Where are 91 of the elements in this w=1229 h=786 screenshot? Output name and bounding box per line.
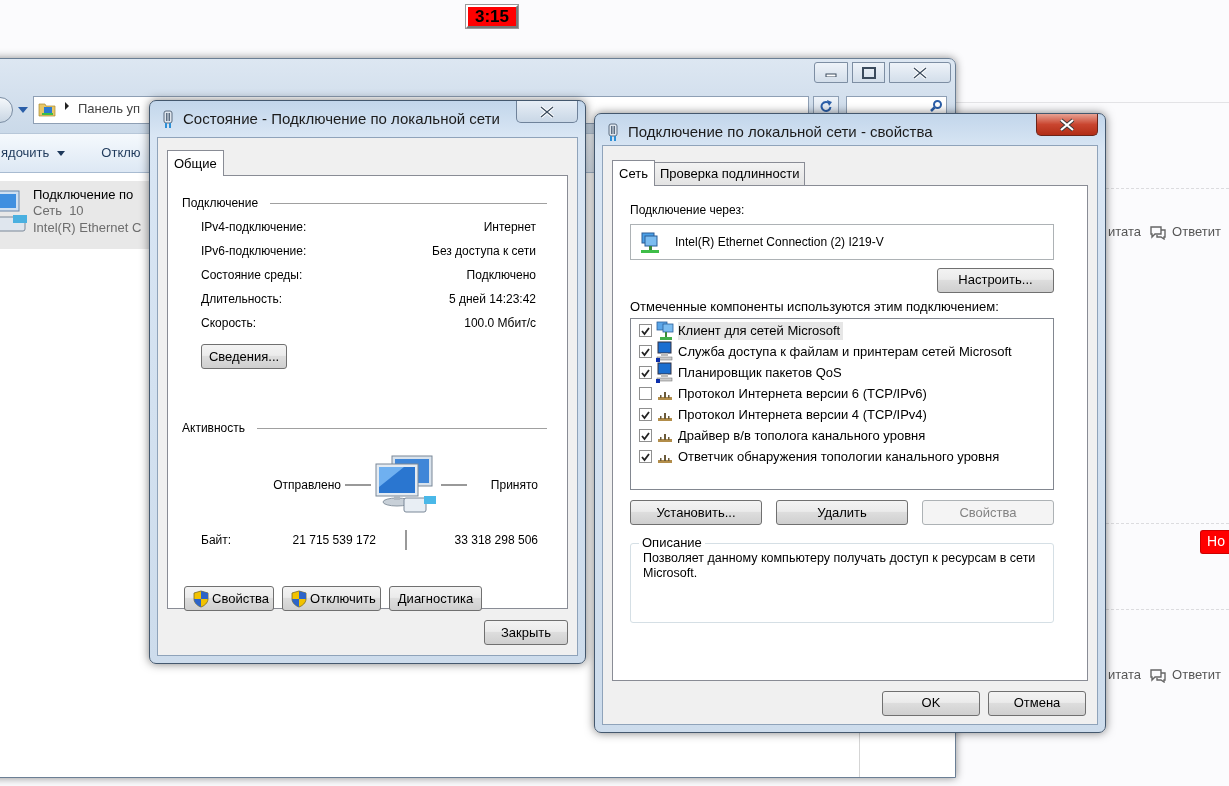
tab[interactable]: Проверка подлинности bbox=[653, 161, 806, 185]
network-plug-icon bbox=[606, 123, 620, 141]
shield-icon bbox=[193, 589, 209, 608]
tab[interactable]: Сеть bbox=[612, 159, 655, 186]
breadcrumb-arrow-icon bbox=[64, 101, 70, 111]
action-button[interactable]: Диагностика bbox=[388, 586, 483, 612]
checkbox[interactable] bbox=[639, 429, 652, 443]
speech-bubbles-icon bbox=[1149, 224, 1168, 240]
check-icon bbox=[640, 451, 651, 462]
received-label: Принято bbox=[490, 477, 538, 493]
description-text: Позволяет данному компьютеру получать доступ к ресурсам в сети Microsoft. bbox=[643, 550, 1037, 583]
section-heading: Подключение bbox=[182, 196, 259, 212]
close-dialog-button[interactable]: Закрыть bbox=[484, 620, 568, 646]
timer-display: 3:15 bbox=[466, 5, 518, 28]
component-action-button[interactable]: Установить... bbox=[630, 500, 762, 526]
field-value: 100.0 Мбит/с bbox=[464, 315, 536, 331]
component-item[interactable]: Служба доступа к файлам и принтерам сетей Microsoft bbox=[678, 342, 1015, 361]
component-item[interactable]: Клиент для сетей Microsoft bbox=[678, 321, 844, 340]
description-legend: Описание bbox=[639, 535, 705, 551]
close-button[interactable] bbox=[1036, 114, 1098, 136]
dialog-button[interactable]: Отмена bbox=[988, 691, 1086, 716]
checkbox[interactable] bbox=[639, 366, 652, 380]
component-item[interactable]: Планировщик пакетов QoS bbox=[678, 363, 845, 382]
maximize-icon bbox=[861, 66, 876, 79]
dialog-title: Подключение по локальной сети - свойства bbox=[628, 123, 933, 142]
field-label: Скорость: bbox=[201, 315, 257, 331]
toolbar-button[interactable]: Отклю bbox=[101, 144, 141, 162]
connection-name: Подключение по bbox=[33, 187, 135, 204]
maximize-button[interactable] bbox=[852, 62, 885, 83]
checkbox[interactable] bbox=[639, 324, 652, 338]
close-icon bbox=[537, 104, 557, 119]
network-adapter-icon bbox=[639, 231, 659, 253]
received-bytes: 33 318 298 506 bbox=[454, 532, 538, 548]
component-item[interactable]: Протокол Интернета версии 4 (TCP/IPv4) bbox=[678, 405, 930, 424]
checkbox[interactable] bbox=[639, 408, 652, 422]
field-value: Без доступа к сети bbox=[432, 243, 536, 259]
check-icon bbox=[640, 346, 651, 357]
check-icon bbox=[640, 430, 651, 441]
field-label: Длительность: bbox=[201, 291, 283, 307]
network-plug-icon bbox=[161, 110, 175, 128]
close-icon bbox=[1057, 117, 1077, 132]
details-button[interactable]: Сведения... bbox=[201, 344, 287, 370]
field-value: Интернет bbox=[483, 219, 536, 235]
dialog-title: Состояние - Подключение по локальной сети bbox=[183, 110, 500, 129]
sent-bytes: 21 715 539 172 bbox=[292, 532, 376, 548]
field-label: IPv4-подключение: bbox=[201, 219, 307, 235]
section-heading: Активность bbox=[182, 421, 245, 437]
close-icon bbox=[910, 65, 930, 80]
reply-link[interactable]: Ответит bbox=[1172, 223, 1221, 241]
component-item[interactable]: Ответчик обнаружения топологии канального уровня bbox=[678, 447, 1003, 466]
quote-link[interactable]: итата bbox=[1108, 667, 1142, 684]
sent-label: Отправлено bbox=[273, 477, 341, 493]
new-badge: Но bbox=[1200, 530, 1229, 554]
components-label: Отмеченные компоненты используются этим подключением: bbox=[630, 299, 1000, 316]
refresh-icon bbox=[820, 100, 832, 112]
dropdown-arrow-icon[interactable] bbox=[17, 106, 29, 114]
speech-bubbles-icon bbox=[1149, 668, 1168, 683]
action-button[interactable]: Свойства bbox=[184, 586, 275, 612]
checkbox[interactable] bbox=[639, 387, 652, 401]
adapter-name: Intel(R) Ethernet C bbox=[33, 219, 142, 236]
field-label: Состояние среды: bbox=[201, 267, 303, 283]
computer-icon bbox=[656, 341, 674, 363]
field-value: 5 дней 14:23:42 bbox=[448, 291, 536, 307]
dialog-button[interactable]: OK bbox=[882, 691, 980, 716]
caret-icon bbox=[57, 150, 66, 156]
network-folder-icon bbox=[38, 101, 56, 117]
configure-button[interactable]: Настроить... bbox=[937, 268, 1054, 293]
toolbar-button[interactable]: ядочить bbox=[1, 144, 66, 162]
checkbox[interactable] bbox=[639, 345, 652, 359]
check-icon bbox=[640, 409, 651, 420]
adapter-name: Intel(R) Ethernet Connection (2) I219-V bbox=[675, 234, 884, 250]
checkbox[interactable] bbox=[639, 450, 652, 464]
action-button[interactable]: Отключить bbox=[282, 586, 381, 612]
component-item[interactable]: Протокол Интернета версии 6 (TCP/IPv6) bbox=[678, 384, 930, 403]
network-computers-icon bbox=[656, 320, 674, 341]
tab[interactable]: Общие bbox=[167, 150, 224, 177]
connect-via-label: Подключение через: bbox=[630, 203, 746, 218]
shield-icon bbox=[291, 589, 308, 608]
network-name: Сеть 10 bbox=[33, 203, 85, 220]
field-value: Подключено bbox=[466, 267, 536, 283]
address-text: Панель уп bbox=[78, 101, 141, 118]
bytes-label: Байт: bbox=[201, 532, 232, 548]
field-label: IPv6-подключение: bbox=[201, 243, 307, 259]
search-icon bbox=[930, 100, 942, 112]
computer-icon bbox=[656, 362, 674, 384]
component-action-button[interactable]: Удалить bbox=[776, 500, 908, 526]
check-icon bbox=[640, 367, 651, 378]
reply-link[interactable]: Ответит bbox=[1172, 667, 1221, 684]
quote-link[interactable]: итата bbox=[1108, 223, 1142, 241]
component-item[interactable]: Драйвер в/в тополога канального уровня bbox=[678, 426, 929, 445]
check-icon bbox=[640, 325, 651, 336]
